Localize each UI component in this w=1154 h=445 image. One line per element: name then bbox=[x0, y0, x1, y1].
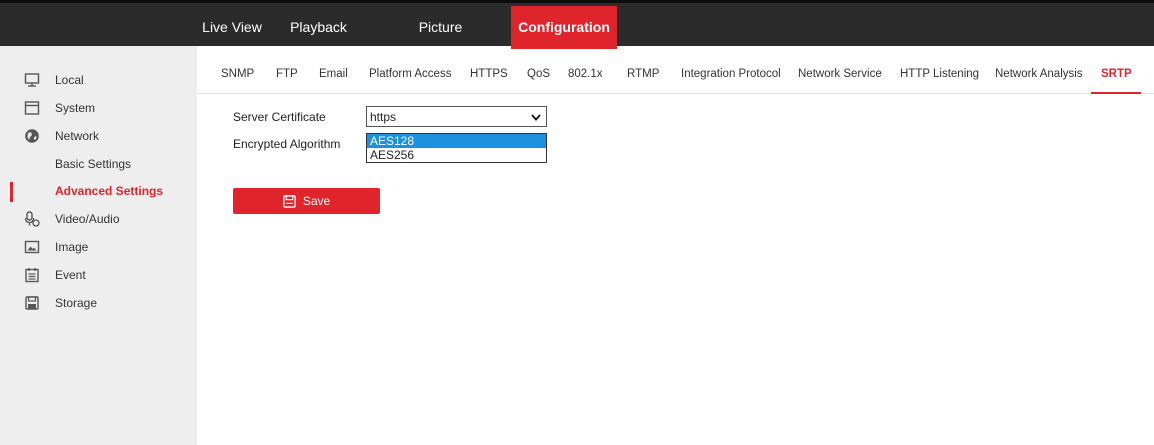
save-button[interactable]: Save bbox=[233, 188, 380, 214]
server-certificate-label: Server Certificate bbox=[233, 110, 326, 124]
subtab-email[interactable]: Email bbox=[319, 68, 348, 80]
subtab-rtmp[interactable]: RTMP bbox=[627, 68, 659, 80]
tab-configuration[interactable]: Configuration bbox=[511, 6, 617, 49]
network-subtabs: SNMP FTP Email Platform Access HTTPS QoS… bbox=[197, 46, 1154, 94]
subtab-https[interactable]: HTTPS bbox=[470, 68, 508, 80]
subtab-qos[interactable]: QoS bbox=[527, 68, 550, 80]
subtab-8021x[interactable]: 802.1x bbox=[568, 68, 603, 80]
option-aes256[interactable]: AES256 bbox=[367, 148, 546, 162]
sidebar-item-label: Network bbox=[55, 129, 100, 143]
subtab-platform-access[interactable]: Platform Access bbox=[369, 68, 451, 80]
subtab-srtp[interactable]: SRTP bbox=[1101, 68, 1132, 80]
monitor-icon bbox=[24, 73, 40, 87]
sidebar-item-event[interactable]: Event bbox=[0, 262, 197, 288]
sidebar-item-label: Local bbox=[55, 73, 84, 87]
server-certificate-select[interactable]: https bbox=[366, 106, 547, 127]
top-navigation-bar: Live View Playback Picture Configuration bbox=[0, 0, 1154, 49]
sidebar-item-system[interactable]: System bbox=[0, 95, 197, 121]
main-nav: Live View Playback Picture Configuration bbox=[197, 6, 617, 49]
sidebar-item-network[interactable]: Network bbox=[0, 123, 197, 149]
active-subtab-underline bbox=[1091, 92, 1141, 94]
option-aes128[interactable]: AES128 bbox=[367, 134, 546, 148]
microphone-icon bbox=[24, 211, 40, 227]
server-certificate-value: https bbox=[370, 110, 397, 124]
sidebar-item-label: Event bbox=[55, 268, 86, 282]
active-indicator bbox=[10, 182, 13, 202]
sidebar-item-image[interactable]: Image bbox=[0, 234, 197, 260]
storage-icon bbox=[25, 296, 39, 310]
sidebar-item-label: Video/Audio bbox=[55, 212, 120, 226]
subtab-http-listening[interactable]: HTTP Listening bbox=[900, 68, 979, 80]
tab-live-view[interactable]: Live View bbox=[197, 6, 267, 49]
save-label: Save bbox=[302, 194, 331, 208]
sidebar-item-label: Advanced Settings bbox=[55, 184, 164, 198]
sidebar-item-storage[interactable]: Storage bbox=[0, 290, 197, 316]
subtab-integration-protocol[interactable]: Integration Protocol bbox=[681, 68, 781, 80]
sidebar-item-label: Basic Settings bbox=[55, 157, 132, 171]
encrypted-algorithm-label: Encrypted Algorithm bbox=[233, 137, 341, 151]
encrypted-algorithm-dropdown[interactable]: AES128 AES256 bbox=[366, 133, 547, 163]
sidebar-item-basic-settings[interactable]: Basic Settings bbox=[0, 151, 197, 177]
sidebar-item-label: Storage bbox=[55, 296, 98, 310]
image-icon bbox=[24, 240, 40, 254]
sidebar-item-advanced-settings[interactable]: Advanced Settings bbox=[0, 178, 197, 204]
subtab-snmp[interactable]: SNMP bbox=[221, 68, 254, 80]
sidebar-item-label: System bbox=[55, 101, 96, 115]
sidebar-item-local[interactable]: Local bbox=[0, 67, 197, 93]
system-icon bbox=[24, 101, 40, 115]
globe-icon bbox=[25, 129, 39, 143]
sidebar: Local System Network Basic Settings Adva… bbox=[0, 46, 197, 445]
subtab-network-analysis[interactable]: Network Analysis bbox=[995, 68, 1083, 80]
sidebar-item-video-audio[interactable]: Video/Audio bbox=[0, 206, 197, 232]
subtab-network-service[interactable]: Network Service bbox=[798, 68, 882, 80]
tab-picture[interactable]: Picture bbox=[370, 6, 511, 49]
calendar-icon bbox=[25, 268, 39, 283]
chevron-down-icon bbox=[531, 114, 541, 121]
save-icon bbox=[283, 194, 296, 208]
tab-playback[interactable]: Playback bbox=[267, 6, 370, 49]
sidebar-item-label: Image bbox=[55, 240, 89, 254]
subtab-ftp[interactable]: FTP bbox=[276, 68, 298, 80]
